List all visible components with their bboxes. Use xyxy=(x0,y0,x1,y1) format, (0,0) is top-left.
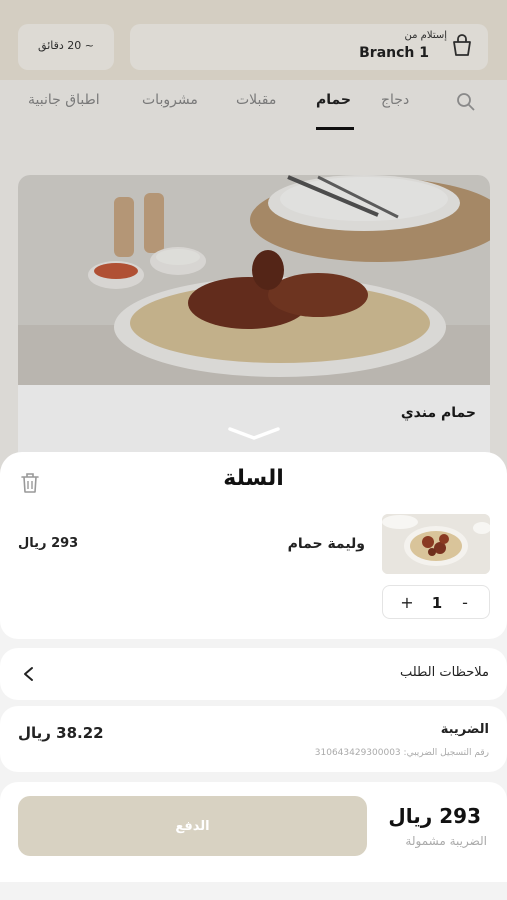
decrease-quantity-button[interactable]: - xyxy=(453,592,477,614)
quantity-stepper: + 1 - xyxy=(382,585,490,619)
cart-title: السلة xyxy=(223,466,284,491)
cart-item-image xyxy=(382,514,490,574)
quantity-value: 1 xyxy=(431,594,443,612)
total-price: 293 ريال xyxy=(388,804,481,828)
cart-item-price: 293 ريال xyxy=(18,536,79,551)
order-notes-label: ملاحظات الطلب xyxy=(399,665,489,680)
chevron-left-icon xyxy=(24,667,33,681)
cart-item-name: وليمة حمام xyxy=(287,536,365,552)
tax-included-note: الضريبة مشمولة xyxy=(405,834,487,848)
trash-icon[interactable] xyxy=(19,471,41,495)
increase-quantity-button[interactable]: + xyxy=(395,592,419,614)
tax-registration-number: رقم التسجيل الضريبي: 310643429300003 xyxy=(314,748,489,758)
cart-sheet: السلة وليمة حمام 293 ريال + 1 - ملاحظات … xyxy=(0,452,507,900)
chevron-down-icon[interactable] xyxy=(228,426,280,440)
pay-button[interactable]: الدفع xyxy=(18,796,367,856)
tax-label: الضريبة xyxy=(440,722,489,737)
checkout-bar: 293 ريال الضريبة مشمولة الدفع xyxy=(0,782,507,882)
cart-items-section: السلة وليمة حمام 293 ريال + 1 - xyxy=(0,452,507,639)
tax-value: 38.22 ريال xyxy=(18,724,104,742)
order-notes-row[interactable]: ملاحظات الطلب xyxy=(0,648,507,700)
tax-row: الضريبة رقم التسجيل الضريبي: 31064342930… xyxy=(0,706,507,772)
